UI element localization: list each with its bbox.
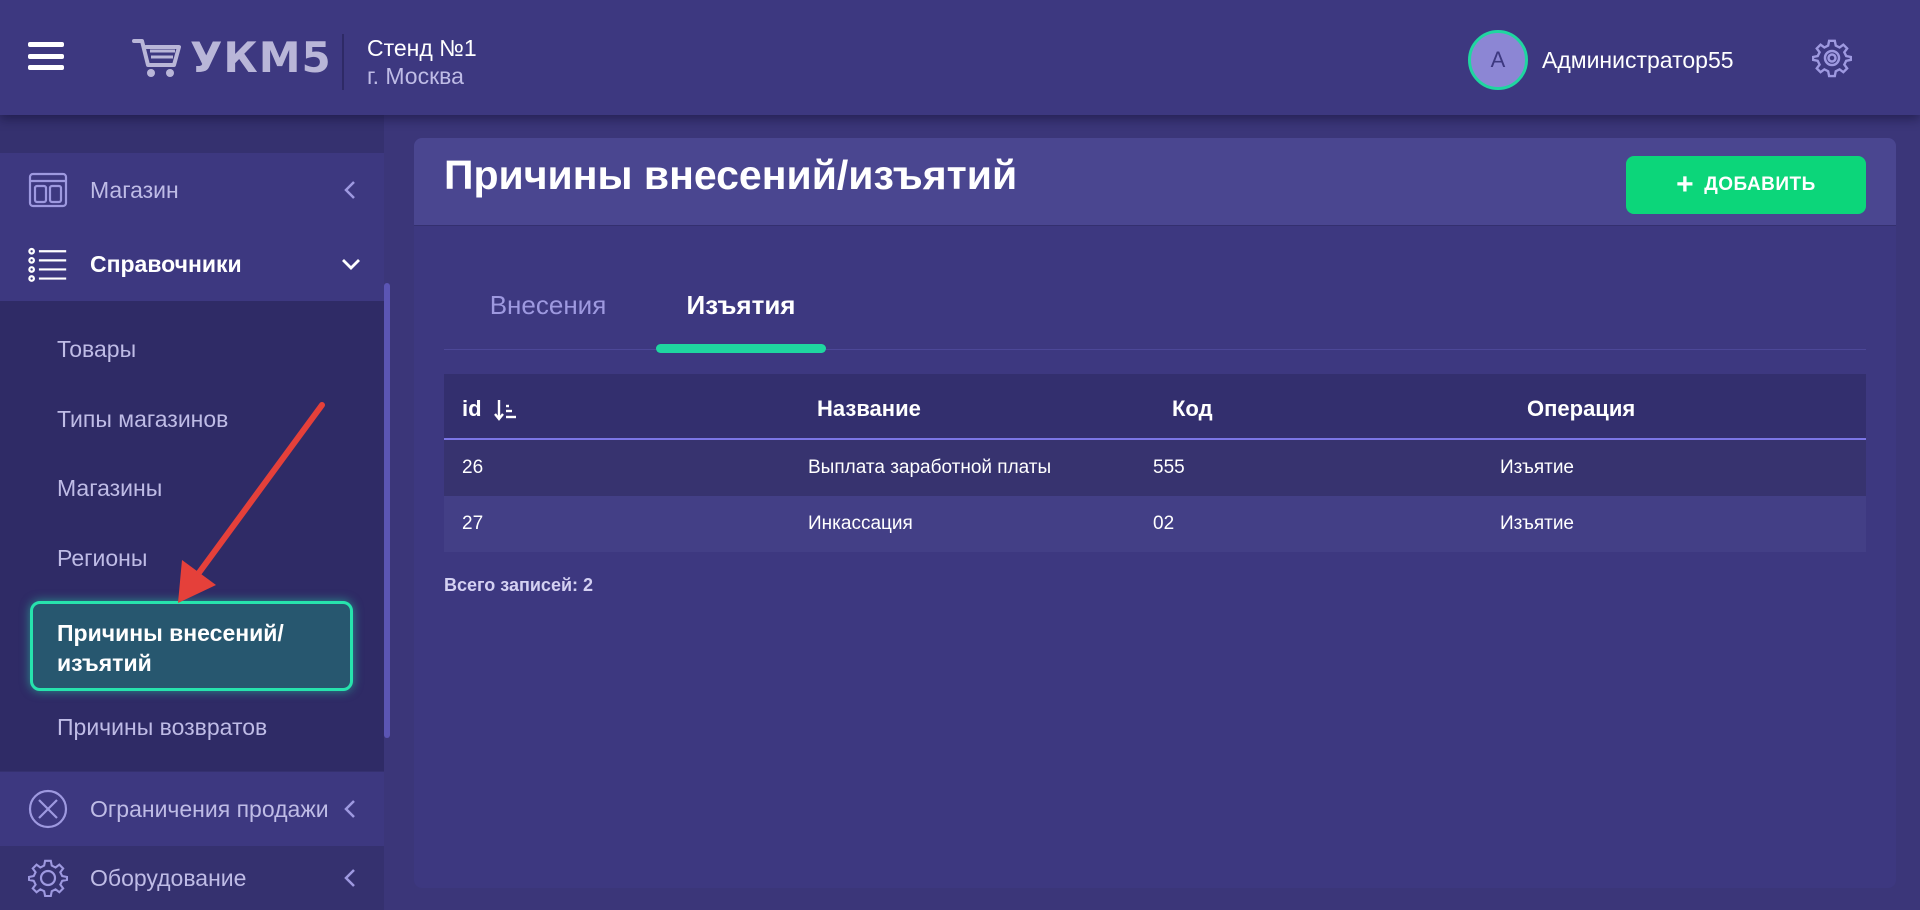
page-title: Причины внесений/изъятий	[444, 152, 1018, 198]
cell-operation: Изъятие	[1500, 513, 1574, 534]
submenu-item-label-line2: изъятий	[57, 650, 152, 676]
cell-name: Выплата заработной платы	[808, 457, 1052, 478]
cancel-circle-icon	[28, 789, 68, 829]
table-row[interactable]: 27 Инкассация 02 Изъятие	[444, 496, 1866, 552]
cell-code: 555	[1153, 457, 1185, 478]
cart-icon	[132, 39, 181, 77]
column-header-label: id	[462, 396, 482, 421]
reasons-table: id Название Код Операция 26 Выплата зара…	[444, 374, 1866, 552]
sidebar-item-label: Справочники	[90, 250, 242, 277]
settings-gear-icon[interactable]	[1812, 38, 1852, 78]
menu-hamburger-icon[interactable]	[24, 38, 68, 74]
stand-city: г. Москва	[367, 63, 464, 89]
submenu-item-label-line1: Причины внесений/	[57, 620, 284, 646]
cell-code: 02	[1153, 513, 1175, 534]
sidebar-item-label: Ограничения продажи	[90, 795, 329, 822]
sidebar-item-label: Оборудование	[90, 864, 247, 891]
sidebar-scrollbar[interactable]	[384, 283, 390, 738]
chevron-left-icon	[344, 869, 355, 887]
directories-submenu: Товары Типы магазинов Магазины Регионы П…	[0, 301, 384, 771]
user-menu[interactable]: A Администратор55	[1468, 30, 1734, 90]
panel-header: Причины внесений/изъятий + ДОБАВИТЬ	[414, 138, 1896, 226]
table-header: id Название Код Операция	[444, 374, 1866, 440]
chevron-left-icon	[344, 181, 355, 199]
user-name[interactable]: Администратор55	[1542, 47, 1734, 74]
content-panel: Причины внесений/изъятий + ДОБАВИТЬ Внес…	[414, 138, 1896, 888]
avatar[interactable]: A	[1468, 30, 1528, 90]
cell-name: Инкассация	[808, 513, 913, 534]
sidebar-item-directories[interactable]: Справочники	[0, 227, 384, 301]
tabs: Внесения Изъятия	[444, 290, 1866, 350]
chevron-down-icon	[342, 259, 360, 270]
logo: УКМ5	[132, 30, 332, 84]
table-row[interactable]: 26 Выплата заработной платы 555 Изъятие	[444, 440, 1866, 496]
header-divider	[342, 34, 344, 90]
submenu-item-store-types[interactable]: Типы магазинов	[57, 406, 228, 433]
submenu-item-regions[interactable]: Регионы	[57, 545, 147, 572]
store-icon	[28, 172, 68, 208]
add-button[interactable]: + ДОБАВИТЬ	[1626, 156, 1866, 214]
cell-id: 26	[462, 457, 484, 478]
submenu-item-stores[interactable]: Магазины	[57, 475, 162, 502]
column-header-operation[interactable]: Операция	[1527, 396, 1635, 422]
column-header-name[interactable]: Название	[817, 396, 921, 422]
stand-info: Стенд №1 г. Москва	[367, 34, 477, 90]
sort-descending-icon[interactable]	[493, 398, 518, 422]
chevron-left-icon	[344, 800, 355, 818]
sidebar-item-sale-restrictions[interactable]: Ограничения продажи	[0, 772, 384, 846]
logo-text: УКМ5	[190, 32, 332, 82]
plus-icon: +	[1676, 168, 1695, 201]
sidebar-item-equipment[interactable]: Оборудование	[0, 846, 384, 910]
gear-icon	[28, 859, 68, 898]
sidebar: Магазин Справочники Товары Типы магазино…	[0, 115, 384, 910]
add-button-label: ДОБАВИТЬ	[1704, 174, 1816, 195]
submenu-item-goods[interactable]: Товары	[57, 336, 136, 363]
cell-operation: Изъятие	[1500, 457, 1574, 478]
stand-name: Стенд №1	[367, 35, 477, 61]
tab-withdrawals[interactable]: Изъятия	[656, 290, 826, 350]
submenu-item-deposit-withdrawal-reasons[interactable]: Причины внесений/ изъятий	[30, 601, 353, 691]
total-records: Всего записей: 2	[444, 575, 594, 595]
cell-id: 27	[462, 513, 484, 534]
active-tab-indicator	[656, 344, 826, 353]
top-bar: УКМ5 Стенд №1 г. Москва A Администратор5…	[0, 0, 1920, 115]
tab-deposits[interactable]: Внесения	[478, 290, 618, 350]
column-header-code[interactable]: Код	[1172, 396, 1213, 422]
column-header-id[interactable]: id	[462, 396, 518, 422]
sidebar-item-store[interactable]: Магазин	[0, 153, 384, 227]
submenu-item-return-reasons[interactable]: Причины возвратов	[57, 714, 267, 741]
sidebar-item-label: Магазин	[90, 176, 179, 203]
list-icon	[28, 247, 67, 282]
